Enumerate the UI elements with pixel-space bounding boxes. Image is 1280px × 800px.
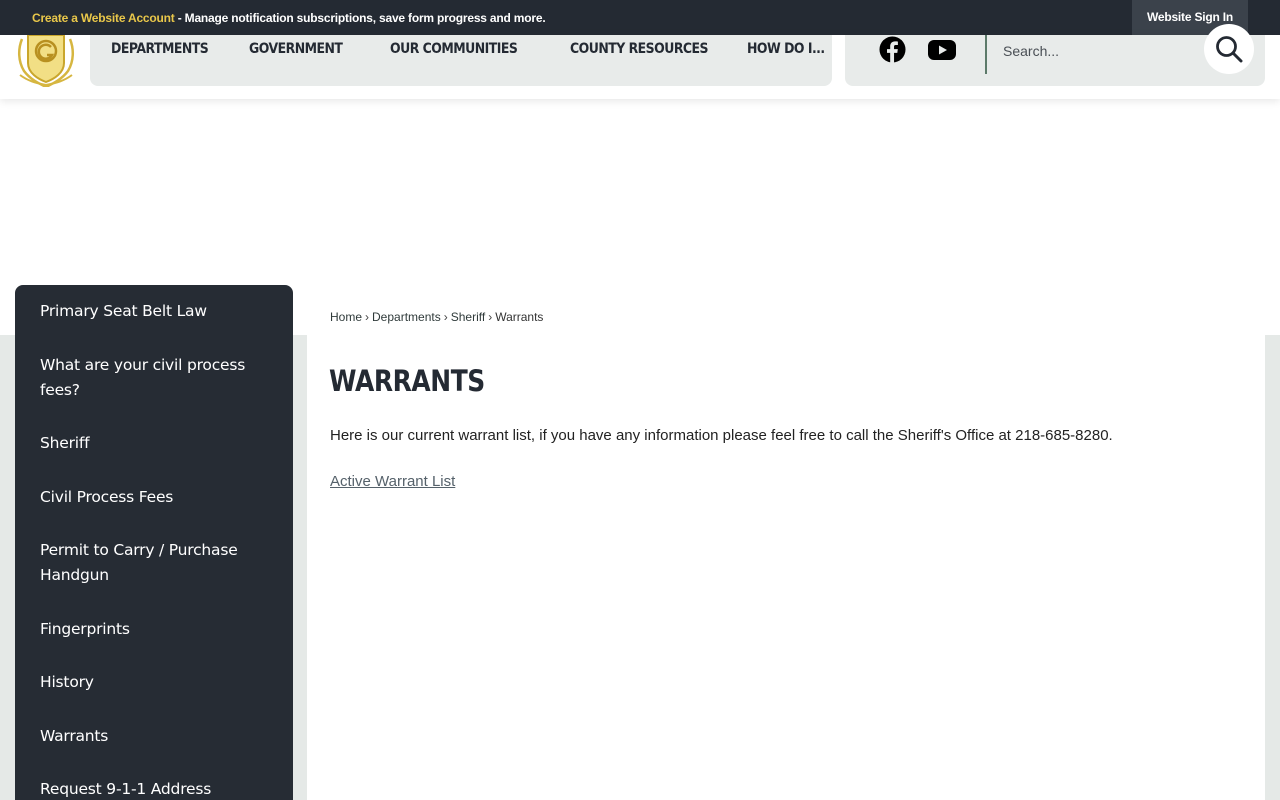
intro-text: Here is our current warrant list, if you… <box>330 427 1113 444</box>
sidebar-item-civil-process-fees-faq[interactable]: What are your civil process fees? <box>40 353 270 403</box>
sidebar-nav: Primary Seat Belt Law What are your civi… <box>15 285 293 800</box>
sidebar-item-warrants[interactable]: Warrants <box>40 724 270 749</box>
page-background-band <box>1265 335 1280 800</box>
page-title: WARRANTS <box>329 364 485 398</box>
main-content: Home › Departments › Sheriff › Warrants WARRAN… <box>307 287 1265 800</box>
main-nav: DEPARTMENTS GOVERNMENT OUR COMMUNITIES C… <box>90 35 832 86</box>
notification-message: Create a Website Account - Manage notifi… <box>32 11 546 25</box>
breadcrumb-sheriff[interactable]: Sheriff <box>451 310 485 324</box>
active-warrant-list-link[interactable]: Active Warrant List <box>330 473 455 490</box>
search-button[interactable] <box>1204 24 1254 74</box>
breadcrumb-home[interactable]: Home <box>330 310 362 324</box>
page-background-band <box>293 335 307 800</box>
sidebar-item-request-911-address[interactable]: Request 9-1-1 Address <box>40 777 270 800</box>
breadcrumb-separator: › <box>365 310 370 324</box>
notification-bar: Create a Website Account - Manage notifi… <box>0 0 1280 35</box>
county-seal-logo[interactable] <box>14 35 78 87</box>
breadcrumb-separator: › <box>488 310 493 324</box>
page-background-band <box>0 335 15 800</box>
sidebar-item-permit-to-carry[interactable]: Permit to Carry / Purchase Handgun <box>40 538 270 588</box>
nav-our-communities[interactable]: OUR COMMUNITIES <box>390 41 518 57</box>
sidebar-item-fingerprints[interactable]: Fingerprints <box>40 617 270 642</box>
utility-divider <box>985 35 987 74</box>
create-account-link[interactable]: Create a Website Account <box>32 11 175 25</box>
search-input[interactable] <box>1003 38 1193 64</box>
notification-text: - Manage notification subscriptions, sav… <box>174 11 546 25</box>
utility-bar <box>845 24 1265 86</box>
nav-how-do-i[interactable]: HOW DO I... <box>747 41 825 57</box>
search-icon <box>1216 36 1243 63</box>
breadcrumb-current: Warrants <box>495 310 544 324</box>
site-header: DEPARTMENTS GOVERNMENT OUR COMMUNITIES C… <box>0 24 1280 99</box>
nav-county-resources[interactable]: COUNTY RESOURCES <box>570 41 709 57</box>
sidebar-item-sheriff[interactable]: Sheriff <box>40 431 270 456</box>
youtube-icon[interactable] <box>928 40 956 60</box>
sidebar-item-history[interactable]: History <box>40 670 270 695</box>
sidebar-item-primary-seat-belt-law[interactable]: Primary Seat Belt Law <box>40 299 270 324</box>
nav-departments[interactable]: DEPARTMENTS <box>111 41 209 57</box>
sidebar-item-civil-process-fees[interactable]: Civil Process Fees <box>40 485 270 510</box>
breadcrumb-separator: › <box>443 310 448 324</box>
facebook-icon[interactable] <box>879 36 906 63</box>
breadcrumb-departments[interactable]: Departments <box>372 310 441 324</box>
nav-government[interactable]: GOVERNMENT <box>249 41 343 57</box>
breadcrumb: Home › Departments › Sheriff › Warrants <box>330 310 543 324</box>
